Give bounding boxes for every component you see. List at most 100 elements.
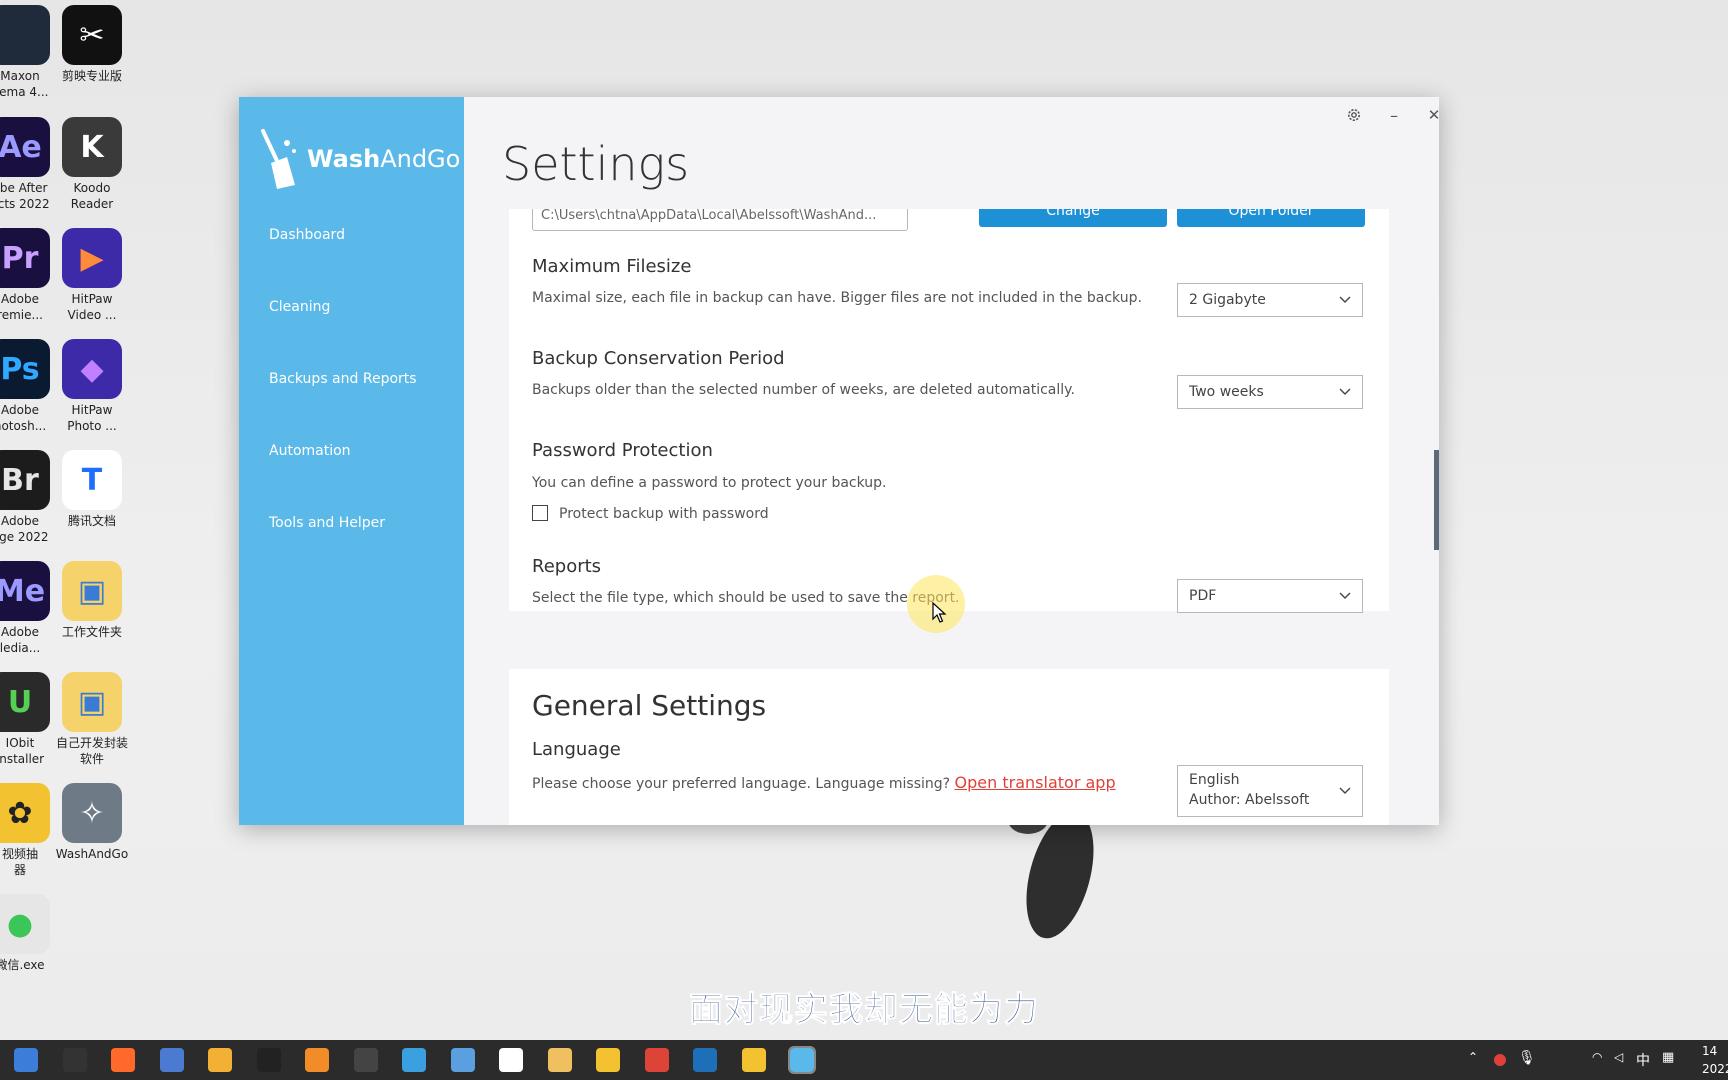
desktop-icon[interactable]: ◆ HitPaw Photo ... bbox=[47, 339, 137, 434]
obs-icon[interactable] bbox=[353, 1048, 378, 1072]
password-protection-desc: You can define a password to protect you… bbox=[532, 475, 887, 491]
max-filesize-title: Maximum Filesize bbox=[532, 256, 692, 277]
record-icon[interactable] bbox=[256, 1048, 281, 1072]
record-icon[interactable] bbox=[1494, 1054, 1506, 1066]
ime-indicator[interactable]: 中 bbox=[1636, 1050, 1650, 1070]
backup-path-field[interactable]: C:\Users\chtna\AppData\Local\Abelssoft\W… bbox=[532, 209, 908, 231]
mouse-cursor-icon bbox=[932, 602, 947, 623]
taskbar: ⌃ 🎙 ◠ ◁ 中 ▦ 14 2022 bbox=[0, 1040, 1728, 1080]
box-icon[interactable] bbox=[596, 1048, 620, 1072]
app-icon[interactable] bbox=[111, 1048, 135, 1072]
scrollbar-thumb[interactable] bbox=[1434, 450, 1439, 550]
desktop-icon-label: Koodo Reader bbox=[70, 181, 114, 211]
language-desc-row: Please choose your preferred language. L… bbox=[532, 773, 1116, 792]
app-icon[interactable] bbox=[499, 1048, 523, 1072]
report-filetype-dropdown[interactable]: PDF bbox=[1177, 579, 1363, 613]
general-settings-card: General Settings Language Please choose … bbox=[509, 669, 1389, 825]
desktop-icon-image: Ps bbox=[0, 339, 50, 399]
translate-icon[interactable] bbox=[402, 1048, 426, 1072]
desktop-icon-image: ◆ bbox=[62, 339, 122, 399]
chevron-down-icon bbox=[1339, 296, 1351, 303]
backup-settings-card: C:\Users\chtna\AppData\Local\Abelssoft\W… bbox=[509, 209, 1389, 613]
panda-icon[interactable] bbox=[547, 1048, 572, 1072]
sidebar: WashAndGo Dashboard Cleaning Backups and… bbox=[239, 97, 464, 825]
chevron-down-icon bbox=[1339, 787, 1351, 794]
report-filetype-value: PDF bbox=[1189, 588, 1217, 604]
start-icon[interactable] bbox=[14, 1048, 38, 1072]
clock-date: 2022 bbox=[1702, 1062, 1728, 1076]
language-desc: Please choose your preferred language. L… bbox=[532, 776, 951, 792]
conservation-period-desc: Backups older than the selected number o… bbox=[532, 382, 1075, 398]
settings-scroll-area[interactable]: C:\Users\chtna\AppData\Local\Abelssoft\W… bbox=[464, 209, 1439, 825]
network-icon[interactable]: ◠ bbox=[1592, 1050, 1602, 1064]
desktop-icon-label: HitPaw Photo ... bbox=[67, 403, 117, 433]
desktop-icon[interactable]: K Koodo Reader bbox=[47, 117, 137, 212]
tray-expand-icon[interactable]: ⌃ bbox=[1468, 1050, 1478, 1064]
desktop-icon[interactable]: ✧ WashAndGo bbox=[47, 783, 137, 862]
microphone-icon[interactable]: 🎙 bbox=[1518, 1050, 1536, 1066]
conservation-period-value: Two weeks bbox=[1189, 384, 1264, 400]
max-filesize-desc: Maximal size, each file in backup can ha… bbox=[532, 290, 1142, 306]
chrome-icon[interactable] bbox=[693, 1048, 717, 1072]
desktop-icon-image: K bbox=[62, 117, 122, 177]
koodo-icon[interactable] bbox=[62, 1048, 87, 1072]
desktop-icon-image: ✂ bbox=[62, 5, 122, 65]
vpn-icon[interactable] bbox=[450, 1048, 475, 1072]
desktop-icon[interactable]: ● 微信.exe bbox=[0, 894, 65, 973]
printer-icon[interactable] bbox=[159, 1048, 184, 1072]
desktop-icon-image bbox=[0, 5, 50, 65]
desktop-icon-image: Pr bbox=[0, 228, 50, 288]
change-button[interactable]: Change bbox=[979, 209, 1167, 227]
page-title: Settings bbox=[502, 137, 690, 191]
desktop-icon-label: 剪映专业版 bbox=[61, 69, 122, 83]
close-button[interactable]: ✕ bbox=[1419, 103, 1439, 127]
nav-cleaning[interactable]: Cleaning bbox=[269, 299, 330, 315]
search-icon[interactable] bbox=[305, 1048, 329, 1072]
desktop-icon[interactable]: ▶ HitPaw Video ... bbox=[47, 228, 137, 323]
open-folder-button[interactable]: Open Folder bbox=[1177, 209, 1365, 227]
general-settings-title: General Settings bbox=[532, 689, 767, 722]
desktop-icon[interactable]: T 腾讯文档 bbox=[47, 450, 137, 529]
washandgo-window: WashAndGo Dashboard Cleaning Backups and… bbox=[239, 97, 1439, 825]
desktop-icon-label: HitPaw Video ... bbox=[67, 292, 117, 322]
desktop-icon-image: Ae bbox=[0, 117, 50, 177]
chevron-down-icon bbox=[1339, 388, 1351, 395]
minimize-button[interactable]: – bbox=[1379, 103, 1409, 127]
desktop-icon[interactable]: ✂ 剪映专业版 bbox=[47, 5, 137, 84]
desktop-icon-image: ✿ bbox=[0, 783, 50, 843]
protect-backup-label[interactable]: Protect backup with password bbox=[559, 506, 769, 522]
app-icon[interactable] bbox=[741, 1048, 766, 1072]
nav-backups-and-reports[interactable]: Backups and Reports bbox=[269, 371, 417, 387]
app-icon[interactable] bbox=[208, 1048, 232, 1072]
desktop-icon-image: U bbox=[0, 672, 50, 732]
desktop-icon-image: ● bbox=[0, 894, 50, 954]
language-author: Author: Abelssoft bbox=[1189, 792, 1310, 808]
desktop-icon-image: ▣ bbox=[62, 561, 122, 621]
clock-time: 14 bbox=[1702, 1044, 1718, 1058]
desktop-icon[interactable]: ▣ 自己开发封装 软件 bbox=[47, 672, 137, 767]
protect-backup-checkbox[interactable] bbox=[532, 505, 548, 521]
desktop-icon[interactable]: ▣ 工作文件夹 bbox=[47, 561, 137, 640]
folder-icon[interactable] bbox=[644, 1048, 669, 1072]
language-dropdown[interactable]: English Author: Abelssoft bbox=[1177, 765, 1363, 817]
desktop-icon-label: 工作文件夹 bbox=[61, 625, 122, 639]
app-logo: WashAndGo bbox=[257, 127, 460, 191]
max-filesize-value: 2 Gigabyte bbox=[1189, 292, 1266, 308]
clock[interactable]: 14 2022 bbox=[1702, 1042, 1728, 1078]
volume-icon[interactable]: ◁ bbox=[1614, 1050, 1623, 1064]
language-title: Language bbox=[532, 739, 621, 760]
conservation-period-dropdown[interactable]: Two weeks bbox=[1177, 375, 1363, 409]
password-protection-title: Password Protection bbox=[532, 440, 713, 461]
washandgo-icon[interactable] bbox=[788, 1046, 816, 1074]
open-translator-link[interactable]: Open translator app bbox=[955, 773, 1116, 792]
ime-mode-icon[interactable]: ▦ bbox=[1662, 1050, 1674, 1065]
nav-dashboard[interactable]: Dashboard bbox=[269, 227, 345, 243]
gear-icon bbox=[1348, 109, 1360, 121]
nav-automation[interactable]: Automation bbox=[269, 443, 351, 459]
nav-tools-and-helper[interactable]: Tools and Helper bbox=[269, 515, 385, 531]
language-value: English bbox=[1189, 772, 1240, 788]
video-subtitle: 面对现实我却无能为力 bbox=[689, 990, 1039, 1031]
max-filesize-dropdown[interactable]: 2 Gigabyte bbox=[1177, 283, 1363, 317]
settings-gear-button[interactable] bbox=[1339, 103, 1369, 127]
desktop-icon-label: 微信.exe bbox=[0, 958, 45, 972]
